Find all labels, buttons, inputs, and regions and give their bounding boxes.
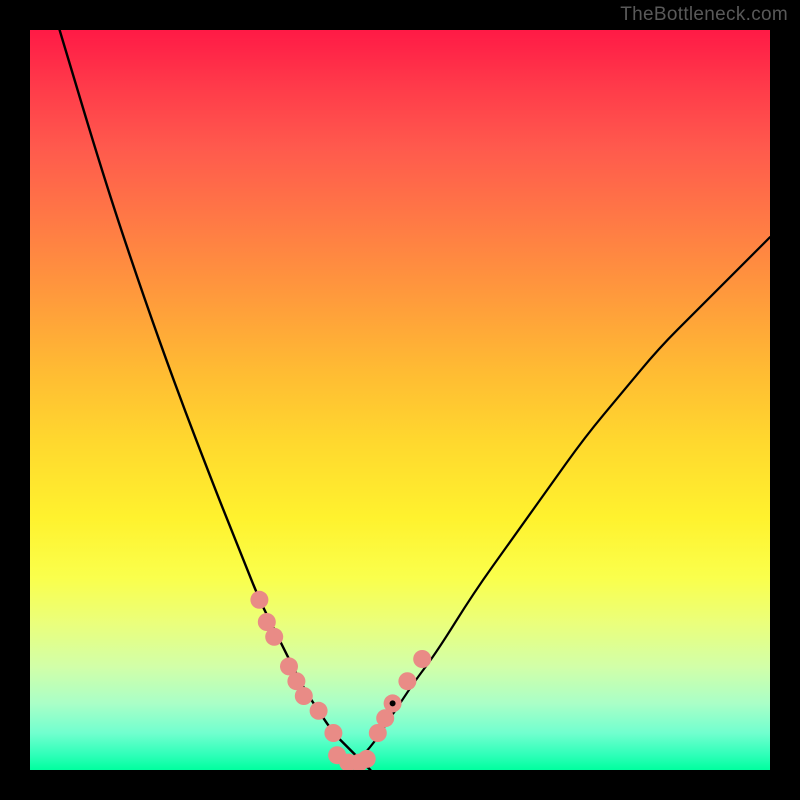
highlight-dot bbox=[390, 700, 396, 706]
marker-dot bbox=[310, 702, 328, 720]
marker-dot bbox=[413, 650, 431, 668]
marker-dot bbox=[358, 750, 376, 768]
marker-dot bbox=[265, 628, 283, 646]
marker-dot bbox=[250, 591, 268, 609]
left-curve bbox=[60, 30, 371, 770]
watermark-text: TheBottleneck.com bbox=[620, 4, 788, 26]
plot-area bbox=[30, 30, 770, 770]
marker-dot bbox=[295, 687, 313, 705]
marker-dot bbox=[398, 672, 416, 690]
curves-svg bbox=[30, 30, 770, 770]
markers-group bbox=[250, 591, 431, 770]
chart-container: TheBottleneck.com bbox=[0, 0, 800, 800]
marker-dot bbox=[324, 724, 342, 742]
right-curve bbox=[348, 237, 770, 770]
